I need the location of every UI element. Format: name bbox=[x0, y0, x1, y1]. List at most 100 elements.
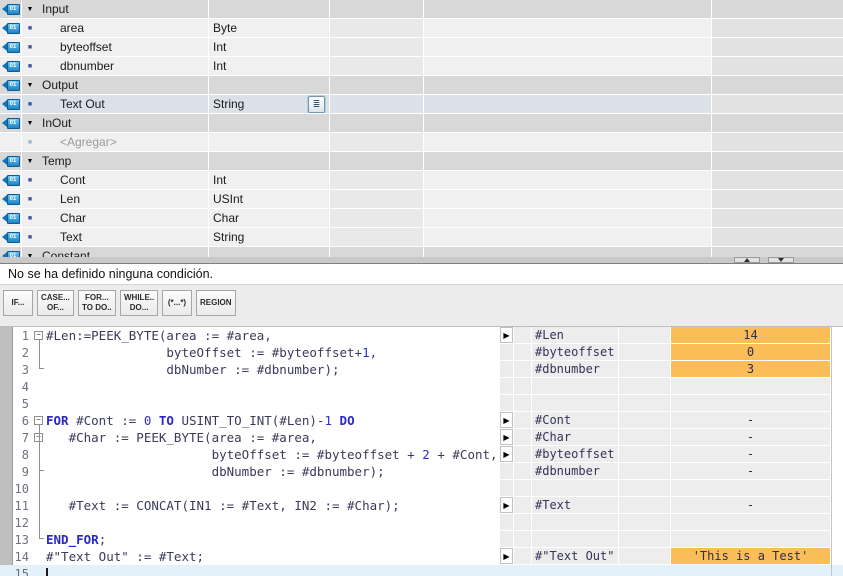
interface-section-row[interactable]: 01▼InOut bbox=[0, 114, 843, 133]
variable-name[interactable]: Text Out bbox=[60, 97, 105, 111]
datatype-cell[interactable] bbox=[209, 133, 329, 151]
monitor-value-cell: 'This is a Test' bbox=[671, 548, 830, 564]
code-text: byteOffset := #byteoffset + 2 + #Cont, bbox=[46, 447, 498, 462]
collapse-triangle-icon[interactable]: ▼ bbox=[24, 158, 36, 165]
interface-scrollbar[interactable] bbox=[0, 257, 843, 264]
name-cell[interactable]: ■<Agregar> bbox=[22, 133, 208, 151]
block-interface-table[interactable]: 01▼Input01■areaByte01■byteoffsetInt01■db… bbox=[0, 0, 843, 257]
line-number: 1 bbox=[0, 329, 33, 343]
snippet-button[interactable]: CASE...OF... bbox=[37, 290, 74, 316]
datatype-cell[interactable] bbox=[209, 0, 329, 18]
editor-right-scrollbar-track[interactable] bbox=[831, 327, 843, 576]
interface-row[interactable]: 01■LenUSInt bbox=[0, 190, 843, 209]
datatype-cell[interactable]: String≣ bbox=[209, 95, 329, 113]
datatype-label: Int bbox=[213, 173, 226, 187]
monitor-value-cell: 3 bbox=[671, 361, 830, 377]
interface-section-row[interactable]: 01▼Temp bbox=[0, 152, 843, 171]
section-label: Output bbox=[42, 78, 78, 92]
section-label: InOut bbox=[42, 116, 71, 130]
tag-icon: 01 bbox=[2, 99, 20, 110]
snippet-button[interactable]: (*...*) bbox=[162, 290, 192, 316]
monitor-operand-name: #dbnumber bbox=[532, 463, 618, 479]
code-text: #Char := PEEK_BYTE(area := #area, bbox=[46, 430, 317, 445]
interface-row[interactable]: 01■ContInt bbox=[0, 171, 843, 190]
monitor-value-cell: - bbox=[671, 429, 830, 445]
scroll-up-button[interactable] bbox=[734, 257, 760, 263]
monitor-arrow-icon: ▶ bbox=[500, 327, 513, 343]
name-cell[interactable]: ▼ Output bbox=[22, 76, 208, 94]
datatype-cell[interactable]: Byte bbox=[209, 19, 329, 37]
datatype-cell[interactable] bbox=[209, 247, 329, 257]
interface-row[interactable]: 01■dbnumberInt bbox=[0, 57, 843, 76]
name-cell[interactable]: ■ Text Out bbox=[22, 95, 208, 113]
triangle-down-icon bbox=[778, 258, 784, 262]
datatype-cell[interactable] bbox=[209, 114, 329, 132]
datatype-cell[interactable] bbox=[209, 76, 329, 94]
datatype-cell[interactable]: String bbox=[209, 228, 329, 246]
name-cell[interactable]: ▼Temp bbox=[22, 152, 208, 170]
monitor-operand-name: #Text bbox=[532, 497, 618, 513]
name-cell[interactable]: ▼ InOut bbox=[22, 114, 208, 132]
snippet-button[interactable]: REGION bbox=[196, 290, 236, 316]
collapse-triangle-icon[interactable]: ▼ bbox=[24, 6, 36, 13]
row-icon-cell: 01 bbox=[0, 209, 21, 227]
snippet-button[interactable]: WHILE..DO... bbox=[120, 290, 158, 316]
interface-section-row[interactable]: 01 ▼ Output bbox=[0, 76, 843, 95]
name-cell[interactable]: ■Text bbox=[22, 228, 208, 246]
text-caret bbox=[46, 568, 48, 576]
bullet-icon: ■ bbox=[24, 44, 36, 51]
name-cell[interactable]: ■Cont bbox=[22, 171, 208, 189]
datatype-cell[interactable] bbox=[209, 152, 329, 170]
name-cell[interactable]: ■ Len bbox=[22, 190, 208, 208]
line-number: 4 bbox=[0, 380, 33, 394]
fold-connector-line bbox=[39, 442, 44, 471]
name-cell[interactable]: ■ byteoffset bbox=[22, 38, 208, 56]
name-cell[interactable]: ▼ Input bbox=[22, 0, 208, 18]
row-icon-cell bbox=[0, 133, 21, 151]
name-cell[interactable]: ■Char bbox=[22, 209, 208, 227]
collapse-triangle-icon[interactable]: ▼ bbox=[24, 82, 36, 89]
scroll-down-button[interactable] bbox=[768, 257, 794, 263]
variable-name[interactable]: byteoffset bbox=[60, 40, 112, 54]
name-cell[interactable]: ■ area bbox=[22, 19, 208, 37]
add-row-label[interactable]: <Agregar> bbox=[60, 135, 117, 149]
fold-collapse-box[interactable]: − bbox=[34, 416, 43, 425]
datatype-cell[interactable]: Char bbox=[209, 209, 329, 227]
fold-collapse-box[interactable]: − bbox=[34, 331, 43, 340]
interface-section-row[interactable]: 01▼Constant bbox=[0, 247, 843, 257]
interface-row[interactable]: ■<Agregar> bbox=[0, 133, 843, 152]
datatype-cell[interactable]: USInt bbox=[209, 190, 329, 208]
interface-row[interactable]: 01■CharChar bbox=[0, 209, 843, 228]
bullet-icon: ■ bbox=[24, 101, 36, 108]
collapse-triangle-icon[interactable]: ▼ bbox=[24, 120, 36, 127]
variable-name[interactable]: Len bbox=[60, 192, 80, 206]
bullet-icon: ■ bbox=[24, 196, 36, 203]
datatype-cell[interactable]: Int bbox=[209, 57, 329, 75]
interface-row[interactable]: 01■TextString bbox=[0, 228, 843, 247]
variable-name[interactable]: Char bbox=[60, 211, 86, 225]
name-cell[interactable]: ■dbnumber bbox=[22, 57, 208, 75]
interface-section-row[interactable]: 01▼Input bbox=[0, 0, 843, 19]
row-icon-cell: 01 bbox=[0, 76, 21, 94]
interface-row[interactable]: 01■byteoffsetInt bbox=[0, 38, 843, 57]
bullet-icon: ■ bbox=[24, 25, 36, 32]
snippet-button[interactable]: FOR...TO DO.. bbox=[78, 290, 116, 316]
string-detail-button[interactable]: ≣ bbox=[308, 96, 325, 113]
variable-name[interactable]: Text bbox=[60, 230, 82, 244]
monitor-operand-name bbox=[532, 565, 618, 576]
interface-row[interactable]: 01■areaByte bbox=[0, 19, 843, 38]
interface-row[interactable]: 01 ■ Text Out String≣ bbox=[0, 95, 843, 114]
section-label: Input bbox=[42, 2, 69, 16]
variable-name[interactable]: Cont bbox=[60, 173, 85, 187]
condition-message: No se ha definido ninguna condición. bbox=[8, 267, 213, 281]
snippet-button[interactable]: IF... bbox=[3, 290, 33, 316]
datatype-cell[interactable]: Int bbox=[209, 171, 329, 189]
variable-name[interactable]: area bbox=[60, 21, 84, 35]
datatype-cell[interactable]: Int bbox=[209, 38, 329, 56]
name-cell[interactable]: ▼Constant bbox=[22, 247, 208, 257]
monitor-arrow-icon: ▶ bbox=[500, 412, 513, 428]
scl-code-area[interactable]: 1−#Len:=PEEK_BYTE(area := #area,2 byteOf… bbox=[0, 327, 843, 576]
monitor-operand-name: #byteoffset bbox=[532, 344, 618, 360]
tag-icon: 01 bbox=[2, 80, 20, 91]
variable-name[interactable]: dbnumber bbox=[60, 59, 114, 73]
